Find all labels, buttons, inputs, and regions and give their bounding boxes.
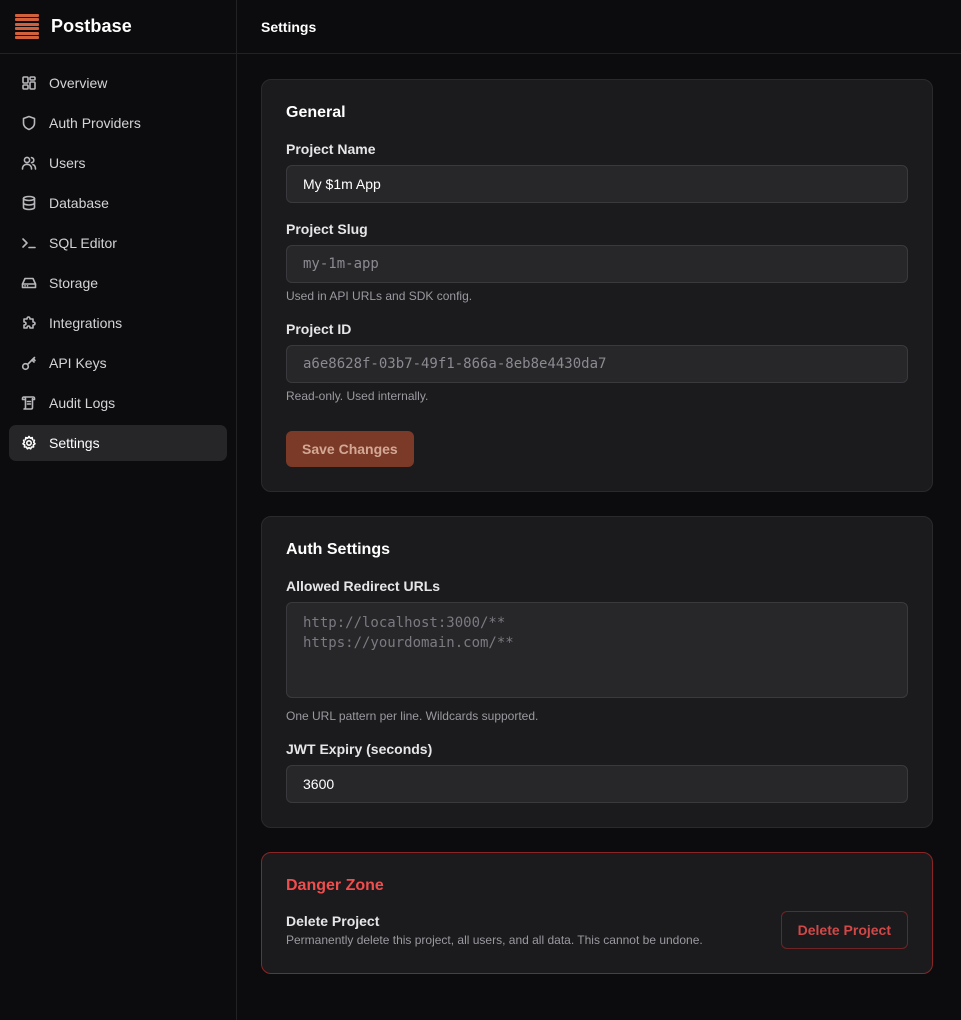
key-icon [21,355,37,371]
sidebar-item-label: API Keys [49,355,107,371]
sidebar-item-database[interactable]: Database [9,185,227,221]
sidebar-item-audit-logs[interactable]: Audit Logs [9,385,227,421]
project-name-input[interactable]: My $1m App [286,165,908,203]
sidebar-item-users[interactable]: Users [9,145,227,181]
sidebar-item-label: Auth Providers [49,115,141,131]
sidebar-item-sql-editor[interactable]: SQL Editor [9,225,227,261]
sidebar-item-settings[interactable]: Settings [9,425,227,461]
redirect-urls-field: Allowed Redirect URLs One URL pattern pe… [286,578,908,723]
auth-settings-title: Auth Settings [286,541,390,558]
puzzle-icon [21,315,37,331]
project-slug-field: Project Slug my-1m-app Used in API URLs … [286,221,908,303]
sidebar-item-auth-providers[interactable]: Auth Providers [9,105,227,141]
grid-icon [21,75,37,91]
project-slug-input[interactable]: my-1m-app [286,245,908,283]
sidebar-item-integrations[interactable]: Integrations [9,305,227,341]
redirect-urls-textarea[interactable] [286,602,908,698]
sidebar-nav: Overview Auth Providers Users Database S… [0,54,236,476]
general-title: General [286,104,346,121]
users-icon [21,155,37,171]
brand[interactable]: Postbase [0,0,236,54]
project-id-label: Project ID [286,321,352,337]
sidebar-item-label: Overview [49,75,108,91]
delete-project-text: Delete Project Permanently delete this p… [286,913,703,947]
sidebar-item-label: SQL Editor [49,235,117,251]
sidebar-item-overview[interactable]: Overview [9,65,227,101]
sidebar-item-api-keys[interactable]: API Keys [9,345,227,381]
danger-zone-title: Danger Zone [286,877,384,894]
project-slug-help: Used in API URLs and SDK config. [286,289,473,303]
general-card: General Project Name My $1m App Project … [261,79,933,492]
delete-project-description: Permanently delete this project, all use… [286,933,703,947]
gear-icon [21,435,37,451]
database-icon [21,195,37,211]
delete-project-button[interactable]: Delete Project [780,911,908,949]
sidebar-item-label: Integrations [49,315,123,331]
sidebar-item-label: Storage [49,275,99,291]
sidebar-item-label: Settings [49,435,100,451]
sidebar-item-label: Audit Logs [49,395,116,411]
postbase-logo-icon [15,14,39,39]
sidebar-item-label: Database [49,195,109,211]
auth-settings-card: Auth Settings Allowed Redirect URLs One … [261,516,933,828]
redirect-urls-label: Allowed Redirect URLs [286,578,441,594]
project-name-label: Project Name [286,141,376,157]
settings-content: General Project Name My $1m App Project … [237,54,961,998]
project-id-field: Project ID a6e8628f-03b7-49f1-866a-8eb8e… [286,321,908,403]
delete-project-row: Delete Project Permanently delete this p… [286,911,908,949]
sidebar-item-storage[interactable]: Storage [9,265,227,301]
delete-project-label: Delete Project [286,913,380,929]
danger-zone-card: Danger Zone Delete Project Permanently d… [261,852,933,974]
project-slug-label: Project Slug [286,221,368,237]
jwt-expiry-field: JWT Expiry (seconds) 3600 [286,741,908,803]
hard-drive-icon [21,275,37,291]
scroll-icon [21,395,37,411]
shield-icon [21,115,37,131]
project-id-input[interactable]: a6e8628f-03b7-49f1-866a-8eb8e4430da7 [286,345,908,383]
main-content: Settings General Project Name My $1m App… [237,0,961,1020]
terminal-icon [21,235,37,251]
sidebar-item-label: Users [49,155,86,171]
redirect-urls-help: One URL pattern per line. Wildcards supp… [286,709,539,723]
project-name-field: Project Name My $1m App [286,141,908,203]
sidebar: Postbase Overview Auth Providers Users D… [0,0,237,1020]
jwt-expiry-label: JWT Expiry (seconds) [286,741,433,757]
jwt-expiry-input[interactable]: 3600 [286,765,908,803]
project-id-help: Read-only. Used internally. [286,389,429,403]
brand-name: Postbase [51,16,132,36]
page-title: Settings [237,0,961,54]
save-changes-button[interactable]: Save Changes [286,431,414,467]
